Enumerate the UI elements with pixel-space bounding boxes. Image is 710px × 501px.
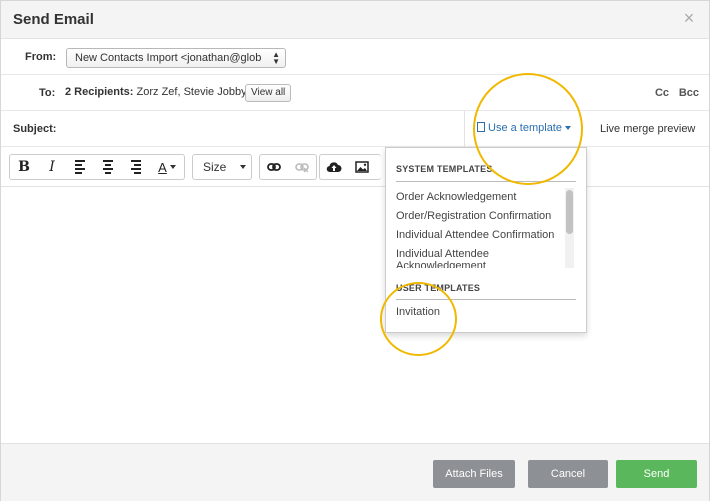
template-item[interactable]: Individual Attendee Confirmation (396, 226, 572, 245)
bcc-link[interactable]: Bcc (679, 87, 699, 99)
caret-down-icon (240, 165, 247, 169)
editor-toolbar: B I A Size (1, 147, 709, 187)
unlink-icon[interactable] (288, 155, 316, 179)
close-icon[interactable]: × (681, 9, 697, 27)
cancel-button[interactable]: Cancel (528, 460, 608, 488)
caret-down-icon (564, 126, 571, 130)
from-row: From: New Contacts Import <jonathan@glob… (1, 39, 709, 75)
template-item-invitation[interactable]: Invitation (396, 306, 440, 318)
font-color-icon: A (158, 159, 167, 175)
from-select[interactable]: New Contacts Import <jonathan@glob ▲ ▼ (66, 48, 286, 68)
template-item[interactable]: Order Acknowledgement (396, 188, 572, 207)
document-icon (477, 122, 485, 132)
attach-files-button[interactable]: Attach Files (433, 460, 515, 488)
template-item[interactable]: Individual Attendee Acknowledgement (396, 248, 556, 268)
upload-cloud-icon[interactable] (320, 155, 348, 179)
link-group (259, 154, 317, 180)
to-label: To: (39, 87, 56, 99)
font-size-dropdown[interactable]: Size (193, 155, 251, 179)
dialog-footer: Attach Files Cancel Send (1, 443, 709, 501)
scrollbar-thumb[interactable] (566, 190, 573, 234)
align-left-icon[interactable] (66, 155, 94, 179)
media-group (319, 154, 381, 180)
size-group: Size (192, 154, 252, 180)
bold-button[interactable]: B (10, 155, 38, 179)
italic-button[interactable]: I (38, 155, 66, 179)
to-row: To: 2 Recipients: Zorz Zef, Stevie Jobby… (1, 75, 709, 111)
caret-down-icon (169, 165, 176, 169)
use-template-label: Use a template (488, 122, 562, 134)
divider (396, 299, 576, 300)
font-color-button[interactable]: A (150, 155, 184, 179)
from-label: From: (25, 51, 57, 63)
dialog-header: Send Email × (1, 1, 709, 39)
system-templates-list: Order Acknowledgement Order/Registration… (396, 188, 572, 268)
select-arrows-icon: ▲ ▼ (272, 50, 280, 66)
divider (396, 181, 576, 182)
dialog-title: Send Email (13, 11, 94, 28)
recipient-count: 2 Recipients: (65, 86, 134, 98)
subject-label: Subject: (13, 123, 57, 135)
send-email-dialog: Send Email × From: New Contacts Import <… (0, 0, 710, 501)
user-templates-heading: USER TEMPLATES (396, 283, 481, 293)
recipient-names: Zorz Zef, Stevie Jobby (133, 86, 247, 98)
recipients: 2 Recipients: Zorz Zef, Stevie Jobby (65, 86, 247, 98)
subject-row: Subject: Use a template Live merge previ… (1, 111, 709, 147)
image-icon[interactable] (348, 155, 376, 179)
format-group: B I A (9, 154, 185, 180)
from-select-value: New Contacts Import <jonathan@glob (75, 52, 262, 64)
use-template-button[interactable]: Use a template (464, 111, 584, 147)
send-button[interactable]: Send (616, 460, 697, 488)
font-size-label: Size (203, 160, 227, 174)
template-dropdown: SYSTEM TEMPLATES Order Acknowledgement O… (385, 147, 587, 333)
live-merge-preview-link[interactable]: Live merge preview (600, 123, 695, 135)
message-body-editor[interactable] (1, 187, 709, 443)
template-item[interactable]: Order/Registration Confirmation (396, 207, 572, 226)
align-center-icon[interactable] (94, 155, 122, 179)
link-icon[interactable] (260, 155, 288, 179)
align-right-icon[interactable] (122, 155, 150, 179)
view-all-button[interactable]: View all (245, 84, 292, 102)
cc-link[interactable]: Cc (655, 87, 669, 99)
template-list-scrollbar[interactable] (565, 188, 574, 268)
system-templates-heading: SYSTEM TEMPLATES (396, 164, 493, 174)
